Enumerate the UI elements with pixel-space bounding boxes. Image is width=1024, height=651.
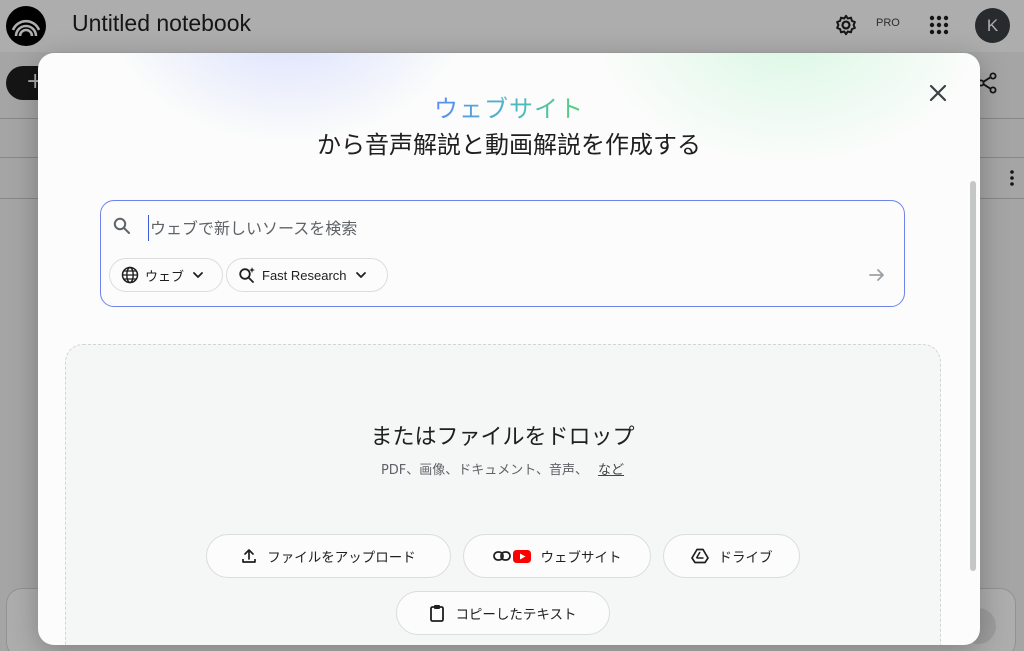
source-search-box: ウェブ Fast Research — [100, 200, 905, 307]
upload-icon — [242, 549, 257, 563]
youtube-icon — [512, 549, 531, 563]
chevron-down-icon — [355, 272, 366, 278]
chevron-down-icon — [193, 272, 203, 278]
file-dropzone[interactable]: またはファイルをドロップ PDF、画像、ドキュメント、音声、 など ファイルをアッ… — [65, 344, 941, 645]
search-icon — [113, 217, 130, 234]
more-types-link[interactable]: など — [598, 463, 624, 478]
search-spark-icon — [239, 267, 255, 283]
clipboard-icon — [430, 605, 445, 622]
upload-file-button[interactable]: ファイルをアップロード — [206, 534, 451, 578]
research-mode-label: Fast Research — [262, 267, 347, 283]
source-filter-dropdown[interactable]: ウェブ — [109, 258, 223, 292]
dropzone-subtitle: PDF、画像、ドキュメント、音声、 など — [66, 459, 939, 478]
website-source-label: ウェブサイト — [540, 550, 622, 566]
research-mode-dropdown[interactable]: Fast Research — [226, 258, 388, 292]
drive-icon — [690, 548, 709, 564]
globe-icon — [121, 266, 139, 284]
supported-types-text: PDF、画像、ドキュメント、音声、 — [380, 463, 589, 478]
drive-source-button[interactable]: ドライブ — [663, 534, 800, 578]
dialog-scrollbar[interactable] — [970, 181, 976, 571]
add-sources-dialog: ウェブサイト から音声解説と動画解説を作成する ウェブで新しいソースを検索 ウェ… — [38, 53, 980, 645]
source-filter-label: ウェブ — [145, 268, 185, 284]
link-icon — [492, 551, 511, 561]
dialog-heading: から音声解説と動画解説を作成する — [317, 131, 701, 159]
copied-text-button[interactable]: コピーしたテキスト — [396, 591, 610, 635]
search-submit-button[interactable] — [861, 259, 893, 291]
website-source-button[interactable]: ウェブサイト — [463, 534, 651, 578]
copied-text-label: コピーしたテキスト — [455, 607, 577, 623]
dialog-heading-accent: ウェブサイト — [434, 95, 584, 123]
drive-source-label: ドライブ — [718, 550, 773, 566]
dropzone-title: またはファイルをドロップ — [370, 425, 635, 450]
upload-file-label: ファイルをアップロード — [267, 550, 416, 566]
arrow-right-icon — [869, 269, 884, 281]
source-search-input[interactable] — [148, 215, 848, 241]
